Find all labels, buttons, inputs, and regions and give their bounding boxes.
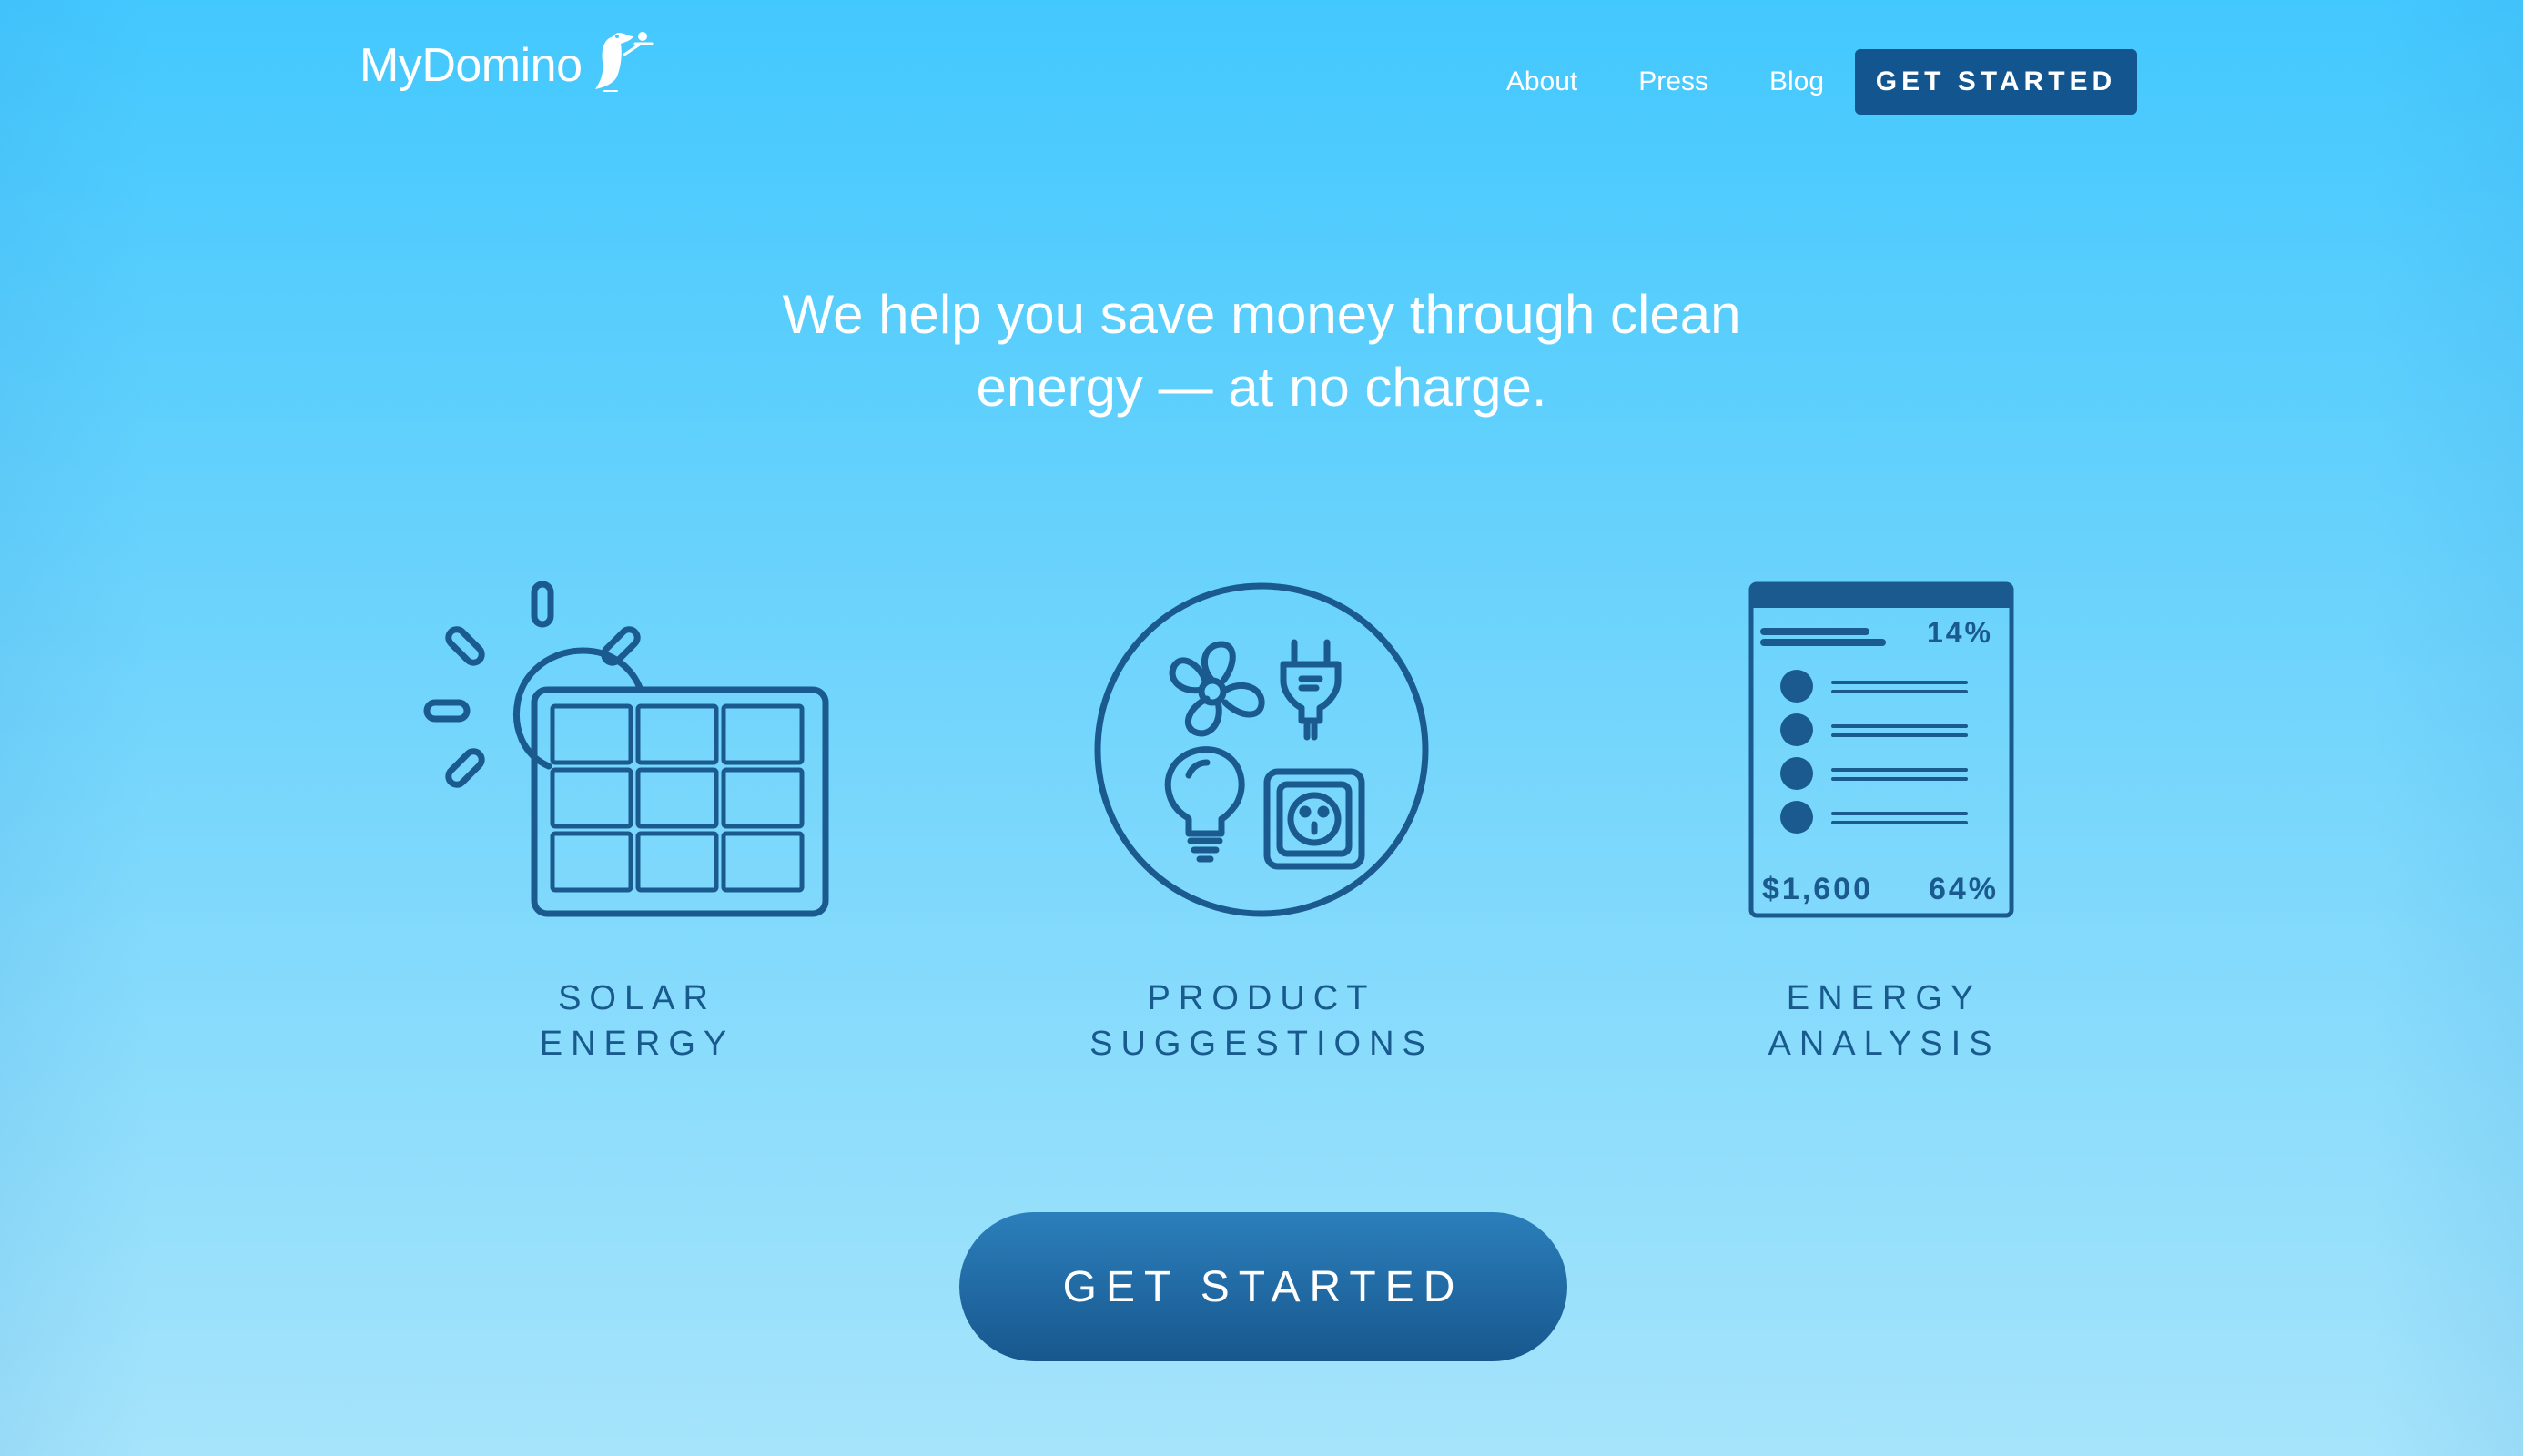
main-get-started-button[interactable]: GET STARTED [959,1212,1567,1361]
header-get-started-button[interactable]: GET STARTED [1855,49,2137,115]
lightbulb-icon [1164,746,1245,863]
logo[interactable]: MyDomino [360,20,659,111]
feature-energy-analysis-line-1: ENERGY [1786,979,1982,1017]
report-bottom-percent: 64% [1929,872,1999,906]
solar-panel-icon [423,581,829,917]
feature-solar-energy-line-1: SOLAR [558,979,716,1017]
feature-product-suggestions-line-2: SUGGESTIONS [1089,1025,1434,1063]
energy-report-icon: 14% $1,600 64% [1748,581,2014,918]
top-navigation: About Press Blog GET STARTED [1506,49,2137,115]
hero-headline-line-2: energy — at no charge. [976,357,1547,418]
feature-energy-analysis-line-2: ANALYSIS [1768,1025,2001,1063]
logo-text: MyDomino [360,39,583,92]
plug-icon [1280,639,1342,741]
feature-solar-energy: SOLAR ENERGY [382,573,892,1067]
nav-about-link[interactable]: About [1506,66,1577,97]
feature-energy-analysis: 14% $1,600 64% ENERGY ANALYSIS [1629,573,2139,1067]
nav-press-link[interactable]: Press [1638,66,1708,97]
feature-solar-energy-line-2: ENERGY [539,1025,735,1063]
hero-headline: We help you save money through clean ene… [715,278,1808,424]
hero-headline-line-1: We help you save money through clean [782,284,1741,345]
fan-icon [1169,641,1265,737]
feature-product-suggestions-line-1: PRODUCT [1147,979,1376,1017]
report-top-percent: 14% [1927,616,1993,649]
feature-product-suggestions: PRODUCT SUGGESTIONS [1007,573,1516,1067]
feature-product-suggestions-label: PRODUCT SUGGESTIONS [1007,976,1516,1067]
feature-solar-energy-label: SOLAR ENERGY [382,976,892,1067]
feature-energy-analysis-label: ENERGY ANALYSIS [1629,976,2139,1067]
power-socket-icon [1263,768,1365,870]
penguin-logo-icon [594,32,653,92]
report-bottom-amount: $1,600 [1762,872,1873,906]
appliances-icon [1094,582,1429,917]
nav-blog-link[interactable]: Blog [1769,66,1824,97]
